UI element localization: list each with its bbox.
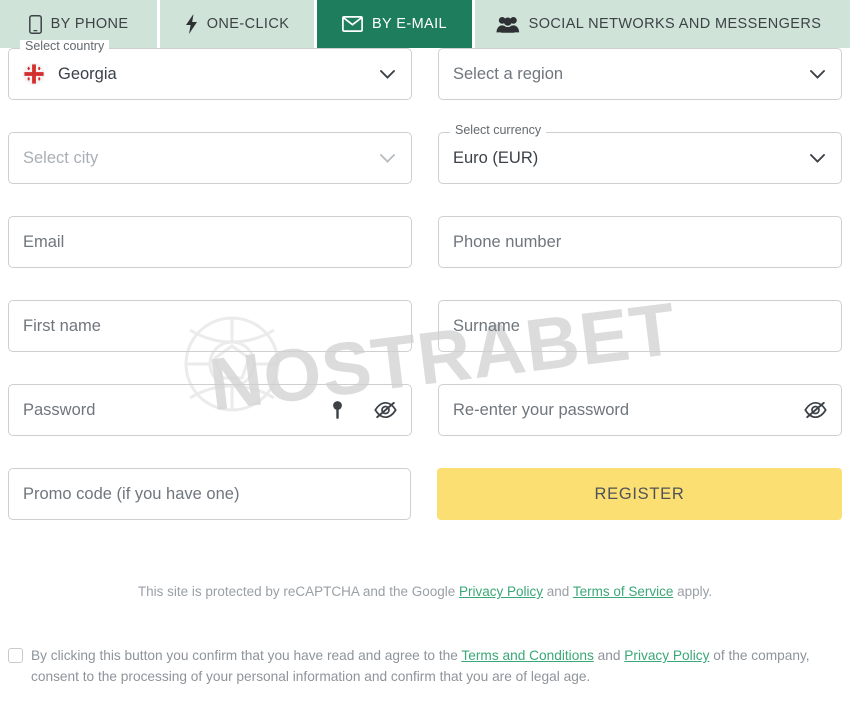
chevron-down-icon[interactable] (379, 66, 395, 82)
tab-one-click[interactable]: ONE-CLICK (160, 0, 314, 48)
registration-method-tabs: BY PHONE ONE-CLICK BY E-MAIL SOCIAL NETW… (0, 0, 850, 48)
eye-slash-icon[interactable] (374, 401, 397, 419)
registration-page: BY PHONE ONE-CLICK BY E-MAIL SOCIAL NETW… (0, 0, 850, 708)
tab-by-email-label: BY E-MAIL (371, 16, 448, 32)
recaptcha-text-3: apply. (673, 584, 713, 599)
form-row-name: First name Surname (0, 300, 850, 352)
register-button-label: REGISTER (594, 484, 685, 503)
eye-slash-icon[interactable] (804, 401, 827, 419)
email-col: Email (8, 216, 412, 268)
phone-icon (28, 14, 42, 34)
region-select[interactable]: Select a region (438, 48, 842, 100)
currency-select[interactable]: Euro (EUR) (438, 132, 842, 184)
georgia-flag-icon (23, 63, 45, 85)
phone-field[interactable]: Phone number (438, 216, 842, 268)
chevron-down-icon[interactable] (809, 66, 825, 82)
password-field-icons (331, 401, 397, 420)
currency-value: Euro (EUR) (453, 148, 539, 167)
password-field[interactable]: Password (8, 384, 412, 436)
terms-checkbox[interactable] (8, 648, 23, 663)
surname-col: Surname (438, 300, 842, 352)
terms-agreement: By clicking this button you confirm that… (8, 645, 844, 687)
form-row-city-currency: Select city Select currency Euro (EUR) (0, 124, 850, 184)
first-name-col: First name (8, 300, 412, 352)
terms-text-1: By clicking this button you confirm that… (31, 648, 462, 663)
phone-col: Phone number (438, 216, 842, 268)
recaptcha-notice: This site is protected by reCAPTCHA and … (0, 584, 850, 599)
region-col: Select a region (438, 48, 842, 100)
recaptcha-terms-of-service-link[interactable]: Terms of Service (573, 584, 674, 599)
email-placeholder: Email (23, 232, 65, 251)
promo-col: Promo code (if you have one) (8, 468, 411, 520)
tab-social-networks-label: SOCIAL NETWORKS AND MESSENGERS (528, 16, 822, 32)
terms-text: By clicking this button you confirm that… (31, 645, 844, 687)
tab-social-networks[interactable]: SOCIAL NETWORKS AND MESSENGERS (475, 0, 850, 48)
tab-one-click-label: ONE-CLICK (206, 16, 290, 32)
form-row-password: Password Re-enter your password (0, 384, 850, 436)
phone-placeholder: Phone number (453, 232, 562, 251)
form-row-promo-submit: Promo code (if you have one) REGISTER (0, 468, 850, 520)
confirm-password-field[interactable]: Re-enter your password (438, 384, 842, 436)
password-placeholder: Password (23, 400, 96, 419)
city-col: Select city (8, 132, 412, 184)
tab-by-phone-label: BY PHONE (50, 16, 129, 32)
register-col: REGISTER (437, 468, 842, 520)
terms-text-2: and (593, 648, 625, 663)
promo-code-placeholder: Promo code (if you have one) (23, 484, 240, 503)
city-placeholder: Select city (23, 148, 99, 167)
password-col: Password (8, 384, 412, 436)
terms-and-conditions-link[interactable]: Terms and Conditions (461, 648, 593, 663)
confirm-password-col: Re-enter your password (438, 384, 842, 436)
country-col: Select country Georgia (8, 40, 412, 100)
key-icon[interactable] (331, 401, 344, 420)
surname-placeholder: Surname (453, 316, 520, 335)
registration-form: Select country Georgia Select a region S… (0, 40, 850, 552)
chevron-down-icon[interactable] (809, 150, 825, 166)
recaptcha-text-1: This site is protected by reCAPTCHA and … (137, 584, 459, 599)
form-row-contact: Email Phone number (0, 216, 850, 268)
first-name-field[interactable]: First name (8, 300, 412, 352)
form-row-location: Select country Georgia Select a region (0, 40, 850, 100)
envelope-icon (342, 16, 363, 32)
chevron-down-icon[interactable] (379, 150, 395, 166)
recaptcha-text-2: and (543, 584, 573, 599)
region-placeholder: Select a region (453, 64, 564, 83)
terms-privacy-policy-link[interactable]: Privacy Policy (624, 648, 709, 663)
people-group-icon (496, 16, 520, 33)
tab-by-email[interactable]: BY E-MAIL (317, 0, 472, 48)
lightning-bolt-icon (185, 14, 198, 34)
country-value: Georgia (58, 64, 117, 83)
confirm-password-field-icons (804, 401, 827, 419)
currency-col: Select currency Euro (EUR) (438, 124, 842, 184)
country-select[interactable]: Georgia (8, 48, 412, 100)
promo-code-field[interactable]: Promo code (if you have one) (8, 468, 411, 520)
recaptcha-privacy-policy-link[interactable]: Privacy Policy (459, 584, 543, 599)
first-name-placeholder: First name (23, 316, 101, 335)
country-label: Select country (20, 40, 110, 53)
register-button[interactable]: REGISTER (437, 468, 842, 520)
confirm-password-placeholder: Re-enter your password (453, 400, 630, 419)
city-select[interactable]: Select city (8, 132, 412, 184)
currency-label: Select currency (450, 124, 547, 137)
email-field[interactable]: Email (8, 216, 412, 268)
surname-field[interactable]: Surname (438, 300, 842, 352)
